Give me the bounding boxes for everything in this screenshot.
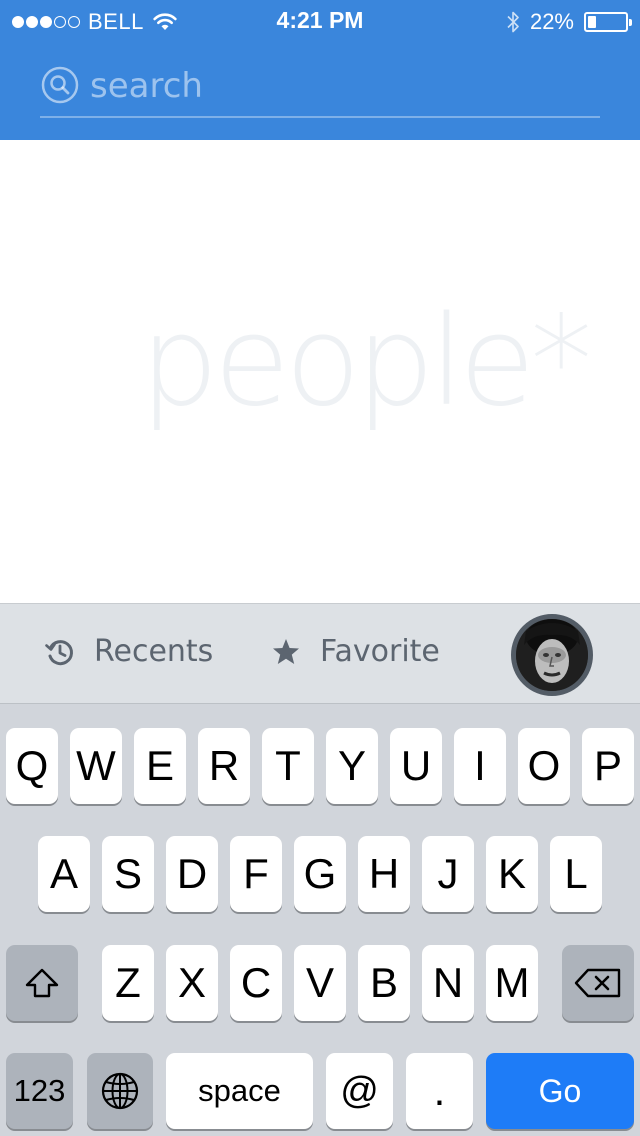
onscreen-keyboard: QWERTYUIOP ASDFGHJKL ZXCVBNM 123 space @… [0, 704, 640, 1136]
key-k[interactable]: K [486, 836, 538, 912]
key-y[interactable]: Y [326, 728, 378, 804]
numbers-key[interactable]: 123 [6, 1053, 73, 1129]
search-bar[interactable] [40, 60, 600, 118]
app-header: BELL 4:21 PM 22% [0, 0, 640, 140]
recents-label: Recents [94, 634, 214, 669]
key-q[interactable]: Q [6, 728, 58, 804]
recents-button[interactable]: Recents [44, 634, 213, 669]
key-c[interactable]: C [230, 945, 282, 1021]
dot-key[interactable]: . [406, 1053, 473, 1129]
key-z[interactable]: Z [102, 945, 154, 1021]
backspace-icon [574, 968, 621, 998]
go-key[interactable]: Go [486, 1053, 634, 1129]
key-s[interactable]: S [102, 836, 154, 912]
at-key[interactable]: @ [326, 1053, 393, 1129]
status-bar: BELL 4:21 PM 22% [0, 0, 640, 44]
quick-access-bar: Recents Favorite [0, 603, 640, 704]
favorite-label: Favorite [320, 634, 440, 669]
key-j[interactable]: J [422, 836, 474, 912]
battery-icon [584, 12, 632, 32]
key-m[interactable]: M [486, 945, 538, 1021]
key-o[interactable]: O [518, 728, 570, 804]
people-watermark-logo: people* [140, 290, 592, 434]
key-i[interactable]: I [454, 728, 506, 804]
key-t[interactable]: T [262, 728, 314, 804]
avatar-portrait [516, 619, 588, 691]
key-w[interactable]: W [70, 728, 122, 804]
key-l[interactable]: L [550, 836, 602, 912]
space-key[interactable]: space [166, 1053, 313, 1129]
key-b[interactable]: B [358, 945, 410, 1021]
key-h[interactable]: H [358, 836, 410, 912]
history-icon [45, 639, 73, 665]
key-p[interactable]: P [582, 728, 634, 804]
favorite-button[interactable]: Favorite [270, 634, 440, 669]
backspace-key[interactable] [562, 945, 634, 1021]
key-x[interactable]: X [166, 945, 218, 1021]
shift-icon [25, 968, 59, 998]
battery-nub [629, 19, 632, 26]
star-icon [273, 638, 299, 664]
key-r[interactable]: R [198, 728, 250, 804]
search-icon [41, 66, 79, 104]
search-input[interactable] [90, 64, 590, 108]
key-n[interactable]: N [422, 945, 474, 1021]
globe-icon [101, 1072, 139, 1110]
globe-key[interactable] [87, 1053, 153, 1129]
key-d[interactable]: D [166, 836, 218, 912]
key-e[interactable]: E [134, 728, 186, 804]
status-right: 22% [506, 8, 632, 36]
key-u[interactable]: U [390, 728, 442, 804]
bluetooth-icon [507, 11, 519, 33]
user-avatar[interactable] [511, 614, 593, 696]
battery-percent: 22% [529, 9, 574, 34]
key-g[interactable]: G [294, 836, 346, 912]
battery-fill [588, 16, 596, 28]
key-v[interactable]: V [294, 945, 346, 1021]
shift-key[interactable] [6, 945, 78, 1021]
key-a[interactable]: A [38, 836, 90, 912]
key-f[interactable]: F [230, 836, 282, 912]
